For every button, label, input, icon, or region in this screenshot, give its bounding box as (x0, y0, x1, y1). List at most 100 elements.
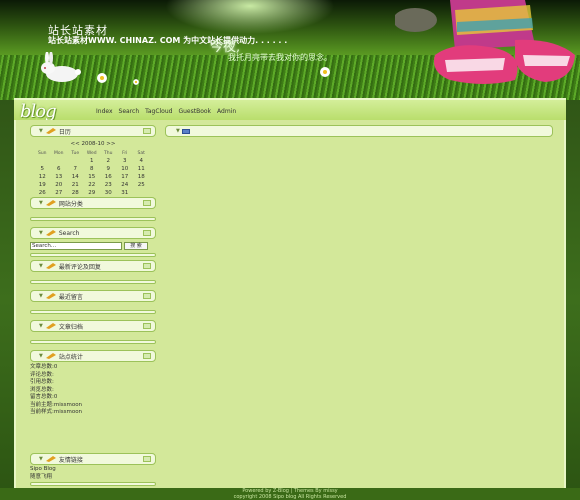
widget-toggle[interactable] (143, 456, 151, 462)
pencil-icon (45, 263, 56, 269)
blog-logo[interactable]: blog (20, 101, 57, 122)
weekday-label: Sat (137, 150, 145, 156)
widget-header[interactable]: ▼ 站点统计 (30, 350, 156, 362)
widget-title: 网站分类 (58, 200, 83, 208)
nav-tagcloud[interactable]: TagCloud (145, 108, 172, 115)
calendar-day: 4 (139, 158, 144, 164)
calendar-day: 24 (121, 182, 129, 188)
page-footer: Powered by Z-Blog | Themes By missy copy… (0, 488, 580, 500)
weekday-label: Thu (104, 150, 113, 156)
calendar-day: 17 (121, 174, 129, 180)
calendar-day (51, 157, 68, 165)
widget-toggle[interactable] (143, 263, 151, 269)
widget-toggle[interactable] (143, 230, 151, 236)
widget-toggle[interactable] (143, 128, 151, 134)
pencil-icon (45, 230, 56, 236)
calendar-month-nav[interactable]: << 2008-10 >> (30, 141, 156, 147)
calendar-day (34, 157, 51, 165)
widget-title: 最新评论及回复 (58, 263, 101, 271)
archives-widget: ▼ 文章归档 (30, 320, 156, 344)
nav-guestbook[interactable]: GuestBook (178, 108, 211, 115)
collapse-arrow-icon[interactable]: ▼ (39, 323, 43, 329)
widget-toggle[interactable] (143, 353, 151, 359)
flower-icon (133, 79, 139, 85)
weekday-label: Fri (122, 150, 128, 156)
nav-admin[interactable]: Admin (217, 108, 236, 115)
widget-header[interactable]: ▼ 最近留言 (30, 290, 156, 302)
stat-line: 留言总数:0 (30, 394, 58, 400)
flower-icon (320, 67, 330, 77)
weekday-label: Tue (71, 150, 80, 156)
widget-header[interactable]: ▼ 最新评论及回复 (30, 260, 156, 272)
search-widget: ▼ Search 搜 索 (30, 227, 156, 257)
site-subtitle: 站长站素材WWW. CHINAZ. COM 为中文站长提供动力. . . . .… (48, 36, 288, 45)
flower-icon (97, 73, 107, 83)
search-input[interactable] (30, 242, 122, 250)
friend-link[interactable]: 随意飞翔 (30, 474, 156, 482)
stat-line: 引用总数: (30, 379, 54, 385)
nav-index[interactable]: Index (96, 108, 113, 115)
widget-footer (30, 217, 156, 221)
rabbit-icon (41, 52, 81, 82)
calendar-day: 21 (71, 182, 79, 188)
calendar-day: 14 (71, 174, 79, 180)
collapse-arrow-icon[interactable]: ▼ (39, 200, 43, 206)
comments-widget: ▼ 最新评论及回复 (30, 260, 156, 284)
calendar-day: 9 (106, 166, 111, 172)
widget-footer (30, 310, 156, 314)
stats-widget: ▼ 站点统计 文章总数:0 评论总数: 引用总数: 浏览总数: 留言总数:0 当… (30, 350, 156, 417)
main-content-header: ▼ (165, 125, 553, 137)
nav-search[interactable]: Search (119, 108, 140, 115)
weekday-label: Mon (54, 150, 64, 156)
widget-header[interactable]: ▼ Search (30, 227, 156, 239)
weekday-label: Sun (37, 150, 47, 156)
guestbook-widget: ▼ 最近留言 (30, 290, 156, 314)
calendar-day: 26 (38, 190, 46, 196)
calendar-day: 7 (73, 166, 78, 172)
article-icon (181, 128, 190, 134)
collapse-arrow-icon[interactable]: ▼ (39, 353, 43, 359)
calendar-day: 12 (38, 174, 46, 180)
search-button[interactable]: 搜 索 (124, 242, 148, 250)
widget-header[interactable]: ▼ 文章归档 (30, 320, 156, 332)
widget-header[interactable]: ▼ 日历 (30, 125, 156, 137)
calendar-day: 2 (106, 158, 111, 164)
stat-line: 当前主题:missmoon (30, 401, 83, 408)
calendar-widget: ▼ 日历 << 2008-10 >> Sun Mon Tue Wed Thu F… (30, 125, 156, 202)
friend-link[interactable]: Sipo Blog (30, 466, 156, 474)
widget-footer (30, 340, 156, 344)
stat-line: 浏览总数: (30, 386, 54, 393)
calendar-day: 8 (90, 166, 94, 172)
stat-line: 评论总数: (30, 371, 54, 378)
widget-toggle[interactable] (143, 200, 151, 206)
calendar-day: 20 (55, 182, 63, 188)
pencil-icon (45, 353, 56, 359)
calendar-day: 19 (38, 182, 46, 188)
widget-title: 站点统计 (58, 353, 83, 361)
nav-links: Index Search TagCloud GuestBook Admin (96, 108, 236, 115)
pencil-icon (45, 200, 56, 206)
widget-toggle[interactable] (143, 293, 151, 299)
collapse-arrow-icon[interactable]: ▼ (39, 263, 43, 269)
collapse-arrow-icon[interactable]: ▼ (39, 230, 43, 236)
collapse-arrow-icon[interactable]: ▼ (39, 293, 43, 299)
widget-toggle[interactable] (143, 323, 151, 329)
header-banner: 站长站素材 站长站素材WWW. CHINAZ. COM 为中文站长提供动力. .… (0, 0, 580, 100)
search-row: 搜 索 (30, 242, 156, 250)
collapse-arrow-icon[interactable]: ▼ (39, 456, 43, 462)
calendar-day: 29 (88, 190, 96, 196)
weekday-label: Wed (86, 150, 97, 156)
widget-footer (30, 253, 156, 257)
calendar-day: 1 (90, 158, 94, 164)
collapse-arrow-icon[interactable]: ▼ (39, 128, 43, 134)
widget-header[interactable]: ▼ 友情链接 (30, 453, 156, 465)
calendar-day: 16 (104, 174, 112, 180)
collapse-arrow-icon[interactable]: ▼ (176, 128, 180, 134)
calendar-grid: Sun Mon Tue Wed Thu Fri Sat 1 2 3 4 5 6 … (34, 149, 150, 197)
footer-copyright: copyright 2008 Sipo blog All Rights Rese… (233, 494, 347, 500)
widget-header[interactable]: ▼ 网站分类 (30, 197, 156, 209)
widget-title: 文章归档 (58, 323, 83, 331)
stat-line: 文章总数:0 (30, 364, 58, 370)
calendar-day: 31 (121, 190, 129, 196)
calendar-day: 23 (104, 182, 112, 188)
